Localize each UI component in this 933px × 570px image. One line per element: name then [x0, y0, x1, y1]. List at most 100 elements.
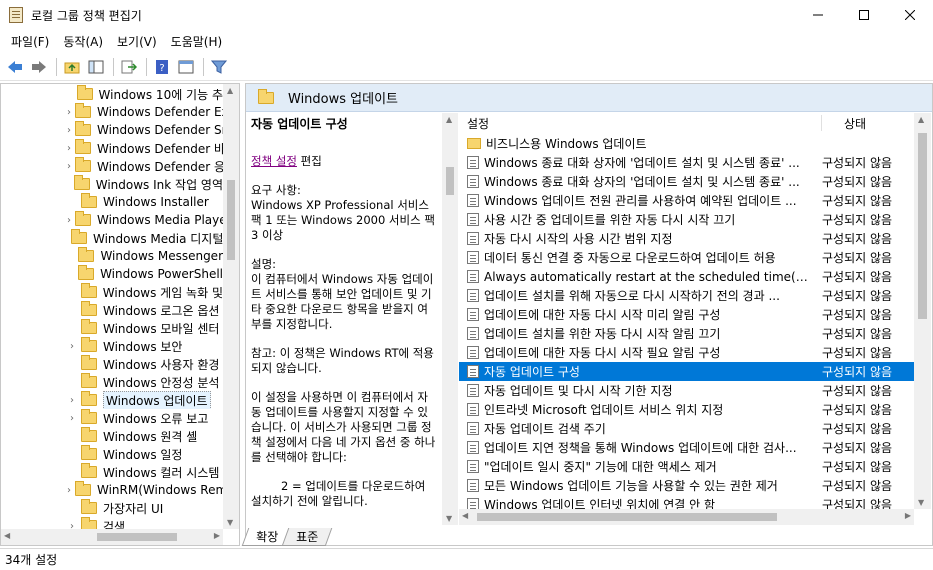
expand-chevron-icon[interactable]: › — [67, 395, 77, 406]
policy-row[interactable]: 자동 업데이트 구성 구성되지 않음 — [459, 362, 914, 381]
expand-chevron-icon[interactable]: › — [67, 161, 71, 172]
policy-setting-icon — [467, 251, 479, 264]
tree-item[interactable]: Windows 원격 셸 — [1, 427, 223, 445]
list-folder-row[interactable]: 비즈니스용 Windows 업데이트 — [459, 134, 914, 153]
tree-item[interactable]: Windows 모바일 센터 — [1, 319, 223, 337]
expand-chevron-icon[interactable]: › — [67, 143, 71, 154]
scroll-left-icon: ◀ — [4, 531, 11, 540]
policy-row[interactable]: 업데이트에 대한 자동 다시 시작 필요 알림 구성 구성되지 않음 — [459, 343, 914, 362]
edit-policy-link[interactable]: 정책 설정 — [251, 154, 297, 168]
tree-item[interactable]: Windows 사용자 환경 — [1, 355, 223, 373]
forward-arrow-icon — [32, 60, 46, 73]
tree-item[interactable]: › Windows 오류 보고 — [1, 409, 223, 427]
policy-row[interactable]: Windows 업데이트 전원 관리를 사용하여 예약된 업데이트 ... 구성되… — [459, 191, 914, 210]
policy-row[interactable]: Windows 종료 대화 상자의 '업데이트 설치 및 시스템 종료' ...… — [459, 172, 914, 191]
tree-item[interactable]: › WinRM(Windows Rem — [1, 481, 223, 499]
tree-vertical-scrollbar[interactable]: ▲ ▼ — [223, 84, 239, 529]
scroll-thumb[interactable] — [227, 180, 235, 260]
expand-chevron-icon[interactable]: › — [67, 215, 71, 226]
policy-row[interactable]: 업데이트 설치를 위한 자동 다시 시작 알림 끄기 구성되지 않음 — [459, 324, 914, 343]
expand-chevron-icon[interactable]: › — [67, 413, 77, 424]
policy-row[interactable]: 업데이트 지연 정책을 통해 Windows 업데이트에 대한 검사... 구성되… — [459, 438, 914, 457]
scroll-thumb[interactable] — [97, 533, 177, 541]
tab-standard[interactable]: 표준 — [281, 528, 333, 546]
tree-item[interactable]: Windows PowerShell — [1, 265, 223, 283]
expand-chevron-icon[interactable]: › — [67, 485, 71, 496]
back-button[interactable] — [4, 56, 26, 78]
scroll-thumb[interactable] — [477, 513, 777, 521]
policy-row[interactable]: 자동 업데이트 검색 주기 구성되지 않음 — [459, 419, 914, 438]
tree-item[interactable]: Windows Installer — [1, 193, 223, 211]
policy-name: 업데이트 지연 정책을 통해 Windows 업데이트에 대한 검사... — [484, 441, 797, 455]
maximize-button[interactable] — [841, 0, 887, 30]
tree-item[interactable]: Windows 10에 기능 추 — [1, 85, 223, 103]
policy-row[interactable]: 사용 시간 중 업데이트를 위한 자동 다시 시작 끄기 구성되지 않음 — [459, 210, 914, 229]
list-horizontal-scrollbar[interactable]: ◀ ▶ — [459, 509, 914, 525]
tree-item[interactable]: Windows Messenger — [1, 247, 223, 265]
policy-row[interactable]: 자동 업데이트 및 다시 시작 기한 지정 구성되지 않음 — [459, 381, 914, 400]
up-folder-button[interactable] — [61, 56, 83, 78]
tree-item[interactable]: Windows 게임 녹화 및 — [1, 283, 223, 301]
scroll-thumb[interactable] — [918, 133, 927, 319]
column-state[interactable]: 상태 — [844, 115, 866, 132]
filter-button[interactable] — [208, 56, 230, 78]
policy-row[interactable]: "업데이트 일시 중지" 기능에 대한 액세스 제거 구성되지 않음 — [459, 457, 914, 476]
tree-item[interactable]: › Windows Defender Ex — [1, 103, 223, 121]
filter-icon — [211, 60, 227, 74]
menu-action[interactable]: 동작(A) — [56, 33, 110, 50]
tree-item[interactable]: Windows 컬러 시스템 — [1, 463, 223, 481]
policy-row[interactable]: 데이터 통신 연결 중 자동으로 다운로드하여 업데이트 허용 구성되지 않음 — [459, 248, 914, 267]
expand-chevron-icon[interactable]: › — [67, 107, 71, 118]
show-hide-tree-button[interactable] — [85, 56, 107, 78]
policy-row[interactable]: 업데이트에 대한 자동 다시 시작 미리 알림 구성 구성되지 않음 — [459, 305, 914, 324]
tree-horizontal-scrollbar[interactable]: ◀ ▶ — [1, 529, 223, 545]
tree-item[interactable]: Windows 로그온 옵션 — [1, 301, 223, 319]
requirements-text: Windows XP Professional 서비스 팩 1 또는 Windo… — [251, 198, 435, 242]
tree-item-label: Windows 업데이트 — [103, 391, 211, 409]
menu-file[interactable]: 파일(F) — [4, 33, 56, 50]
policy-row[interactable]: Windows 종료 대화 상자에 '업데이트 설치 및 시스템 종료' ...… — [459, 153, 914, 172]
folder-icon — [73, 175, 90, 190]
scroll-up-icon: ▲ — [918, 115, 925, 124]
scroll-right-icon: ▶ — [904, 511, 911, 520]
properties-button[interactable] — [175, 56, 197, 78]
tree-item[interactable]: › Windows Defender Sn — [1, 121, 223, 139]
expand-chevron-icon[interactable]: › — [67, 125, 71, 136]
folder-icon — [81, 427, 97, 442]
tree-item[interactable]: Windows 일정 — [1, 445, 223, 463]
policy-row[interactable]: 업데이트 설치를 위해 자동으로 다시 시작하기 전의 경과 ... 구성되지 않… — [459, 286, 914, 305]
policy-row[interactable]: 모든 Windows 업데이트 기능을 사용할 수 있는 권한 제거 구성되지 않… — [459, 476, 914, 495]
menu-help[interactable]: 도움말(H) — [164, 33, 230, 50]
menu-view[interactable]: 보기(V) — [110, 33, 164, 50]
minimize-button[interactable] — [795, 0, 841, 30]
scroll-down-icon: ▼ — [918, 498, 925, 507]
tree-item[interactable]: › Windows Media Player — [1, 211, 223, 229]
tree-item-label: Windows 모바일 센터 — [103, 321, 220, 336]
folder-icon — [80, 283, 97, 298]
forward-button[interactable] — [28, 56, 50, 78]
expand-chevron-icon[interactable]: › — [67, 341, 77, 352]
help-button[interactable]: ? — [151, 56, 173, 78]
tree-item[interactable]: Windows Media 디지털 — [1, 229, 223, 247]
tree-item[interactable]: › Windows 업데이트 — [1, 391, 223, 409]
close-button[interactable] — [887, 0, 933, 30]
tree-item[interactable]: Windows 안정성 분석 — [1, 373, 223, 391]
policy-row[interactable]: 인트라넷 Microsoft 업데이트 서비스 위치 지정 구성되지 않음 — [459, 400, 914, 419]
policy-row[interactable]: 자동 다시 시작의 사용 시간 범위 지정 구성되지 않음 — [459, 229, 914, 248]
list-vertical-scrollbar[interactable]: ▲ ▼ — [914, 113, 931, 509]
policy-row[interactable]: Always automatically restart at the sche… — [459, 267, 914, 286]
export-list-button[interactable] — [118, 56, 140, 78]
policy-state: 구성되지 않음 — [822, 365, 893, 379]
scroll-thumb[interactable] — [446, 167, 454, 195]
tree-item[interactable]: Windows Ink 작업 영역 — [1, 175, 223, 193]
description-scrollbar[interactable]: ▲ ▼ — [442, 113, 458, 525]
tree-item[interactable]: 가장자리 UI — [1, 499, 223, 517]
tree-item[interactable]: › Windows Defender 응 — [1, 157, 223, 175]
view-tabs: 확장 표준 — [241, 527, 333, 546]
folder-icon — [81, 193, 97, 208]
column-setting[interactable]: 설정 — [467, 115, 489, 132]
tree-item[interactable]: › Windows Defender 바 — [1, 139, 223, 157]
policy-state: 구성되지 않음 — [822, 403, 893, 417]
policy-setting-icon — [467, 194, 479, 207]
tree-item[interactable]: › Windows 보안 — [1, 337, 223, 355]
